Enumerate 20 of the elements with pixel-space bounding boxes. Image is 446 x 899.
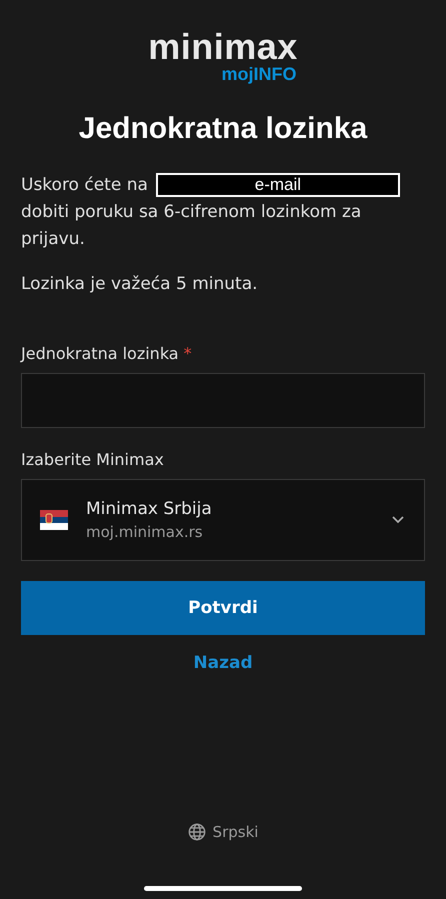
password-field[interactable] — [21, 373, 425, 428]
page-title: Jednokratna lozinka — [78, 112, 368, 146]
product-name: mojINFO — [222, 64, 296, 84]
chevron-icon — [392, 516, 404, 524]
field-label: Izaberite Minimax — [21, 450, 164, 469]
brand-logo: minimax — [148, 30, 298, 64]
back-link[interactable]: Nazad — [189, 651, 257, 675]
redaction-box: e-mail — [156, 173, 400, 198]
option-url: moj.minimax.rs — [86, 523, 204, 541]
field-label: Jednokratna lozinka — [21, 344, 179, 363]
message-text: dobiti poruku sa 6-cifrenom lozinkom za prijavu. — [21, 202, 362, 249]
required-mark: * — [184, 344, 192, 363]
language-button[interactable]: Srpski — [182, 822, 264, 842]
flag-icon — [40, 510, 68, 530]
globe-icon — [188, 823, 206, 841]
message-text: Uskoro ćete na — [21, 175, 148, 195]
site-select[interactable]: Minimax Srbija moj.minimax.rs — [21, 479, 425, 561]
confirm-button[interactable]: Potvrdi — [21, 581, 425, 635]
option-name: Minimax Srbija — [86, 499, 213, 519]
validity-text: Lozinka je važeća 5 minuta. — [21, 274, 258, 294]
